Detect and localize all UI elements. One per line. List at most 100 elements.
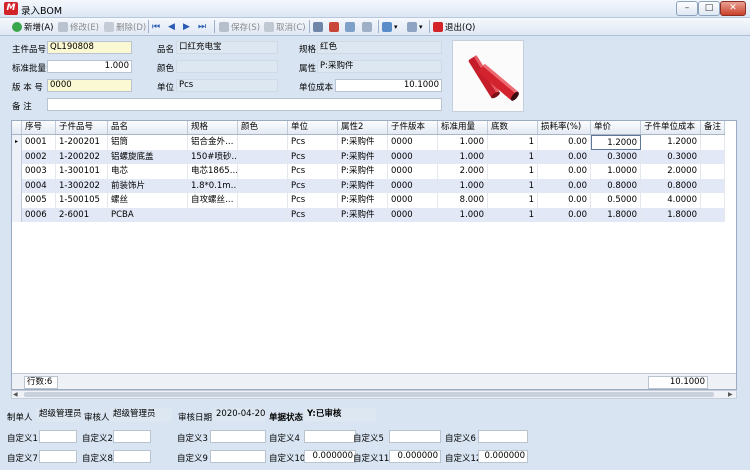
table-cell[interactable]: P:采购件 [338, 207, 388, 222]
table-cell[interactable]: 铝合金外… [188, 135, 238, 150]
custom-field-input[interactable]: 0.000000 [478, 450, 528, 463]
table-cell[interactable]: 电芯 [108, 164, 188, 179]
table-cell[interactable]: 0003 [22, 164, 56, 179]
table-row[interactable]: 0004 1-300202 前装饰片 1.8*0.1m… Pcs P:采购件 0000 1.0… [12, 178, 725, 193]
column-header[interactable]: 备注 [701, 121, 725, 134]
custom-field-input[interactable] [113, 430, 151, 443]
scrollbar-thumb[interactable] [24, 392, 714, 397]
delete-button[interactable]: 删除(D) [104, 19, 146, 34]
scroll-left-icon[interactable]: ◀ [13, 391, 18, 398]
table-cell[interactable]: 铝螺旋底盖 [108, 149, 188, 164]
product-image[interactable] [452, 40, 524, 112]
table-cell[interactable]: 150#喷砂… [188, 149, 238, 164]
custom-field-input[interactable] [304, 430, 356, 443]
table-cell[interactable] [701, 178, 725, 193]
table-cell[interactable] [701, 164, 725, 179]
table-cell[interactable]: 0000 [388, 193, 438, 208]
table-cell[interactable]: 1 [488, 164, 538, 179]
column-header[interactable]: 序号 [22, 121, 56, 134]
table-cell[interactable]: 前装饰片 [108, 178, 188, 193]
unit-cost-field[interactable]: 10.1000 [335, 79, 442, 92]
table-cell[interactable] [238, 164, 288, 179]
table-cell[interactable]: 1.2000 [641, 135, 701, 150]
close-button[interactable]: ✕ [720, 1, 746, 16]
row-selector[interactable] [12, 207, 22, 222]
column-header[interactable]: 标准用量 [438, 121, 488, 134]
table-cell[interactable] [701, 193, 725, 208]
table-cell[interactable]: 1-200201 [56, 135, 108, 150]
table-cell[interactable]: 0.8000 [641, 178, 701, 193]
next-record-icon[interactable]: ▶ [183, 19, 190, 34]
table-cell[interactable]: 2.0000 [641, 164, 701, 179]
cancel-button[interactable]: 取消(C) [264, 19, 306, 34]
table-cell[interactable]: P:采购件 [338, 178, 388, 193]
table-cell[interactable] [238, 178, 288, 193]
table-cell[interactable]: 1.000 [438, 135, 488, 150]
row-selector[interactable]: ▸ [12, 135, 22, 150]
table-cell[interactable]: P:采购件 [338, 149, 388, 164]
column-header[interactable]: 底数 [488, 121, 538, 134]
custom-field-input[interactable] [389, 430, 441, 443]
custom-field-input[interactable] [210, 430, 266, 443]
std-batch-field[interactable]: 1.000 [47, 60, 132, 73]
table-cell[interactable]: 0002 [22, 149, 56, 164]
table-cell[interactable]: 0.00 [538, 193, 591, 208]
scroll-right-icon[interactable]: ▶ [728, 391, 733, 398]
table-cell[interactable] [701, 207, 725, 222]
column-header[interactable]: 子件单位成本 [641, 121, 701, 134]
column-header[interactable]: 单位 [288, 121, 338, 134]
table-cell[interactable]: 1 [488, 149, 538, 164]
table-cell[interactable]: 1.8*0.1m… [188, 178, 238, 193]
maximize-button[interactable]: □ [698, 1, 720, 16]
table-cell[interactable] [188, 207, 238, 222]
remark-field[interactable] [47, 98, 442, 111]
table-cell[interactable]: 0000 [388, 207, 438, 222]
table-cell[interactable]: 1 [488, 135, 538, 150]
table-cell[interactable]: 0.8000 [591, 178, 641, 193]
table-cell[interactable]: 0.3000 [641, 149, 701, 164]
table-cell[interactable]: 1-200202 [56, 149, 108, 164]
table-cell[interactable]: 1.000 [438, 178, 488, 193]
table-cell[interactable]: P:采购件 [338, 193, 388, 208]
custom-field-input[interactable] [39, 450, 77, 463]
table-cell[interactable]: 0004 [22, 178, 56, 193]
table-cell[interactable]: 0000 [388, 149, 438, 164]
custom-field-input[interactable] [113, 450, 151, 463]
image-dropdown-icon[interactable]: ▾ [382, 19, 398, 34]
custom-field-input[interactable] [478, 430, 528, 443]
table-cell[interactable]: 0001 [22, 135, 56, 150]
custom-field-input[interactable] [39, 430, 77, 443]
table-cell[interactable]: 0000 [388, 164, 438, 179]
version-field[interactable]: 0000 [47, 79, 132, 92]
table-cell[interactable]: 0.00 [538, 164, 591, 179]
table-cell[interactable]: 1 [488, 193, 538, 208]
table-cell[interactable]: Pcs [288, 207, 338, 222]
table-cell[interactable]: 0000 [388, 178, 438, 193]
table-cell[interactable] [238, 207, 288, 222]
column-header[interactable]: 品名 [108, 121, 188, 134]
horizontal-scrollbar[interactable]: ◀ ▶ [11, 390, 737, 399]
table-cell[interactable]: 0.00 [538, 149, 591, 164]
table-cell[interactable]: 0.00 [538, 135, 591, 150]
table-cell[interactable]: 1.8000 [641, 207, 701, 222]
table-cell[interactable]: 0.3000 [591, 149, 641, 164]
table-cell[interactable]: 1.000 [438, 149, 488, 164]
prev-record-icon[interactable]: ◀ [168, 19, 175, 34]
table-cell[interactable]: 0005 [22, 193, 56, 208]
table-cell[interactable]: Pcs [288, 193, 338, 208]
row-selector[interactable] [12, 178, 22, 193]
table-cell[interactable]: 电芯1865… [188, 164, 238, 179]
column-header[interactable]: 属性2 [338, 121, 388, 134]
print-icon[interactable] [313, 19, 325, 34]
column-header[interactable]: 单价 [591, 121, 641, 134]
table-cell[interactable]: 0.00 [538, 178, 591, 193]
table-cell[interactable]: P:采购件 [338, 135, 388, 150]
table-row[interactable]: ▸ 0001 1-200201 铝筒 铝合金外… Pcs P:采购件 0000 1.000 1 0.… [12, 135, 725, 150]
table-cell[interactable]: 铝筒 [108, 135, 188, 150]
table-cell[interactable] [701, 149, 725, 164]
table-cell[interactable] [238, 149, 288, 164]
row-selector[interactable] [12, 149, 22, 164]
table-cell[interactable]: 1.000 [438, 207, 488, 222]
table-cell[interactable]: 1-300202 [56, 178, 108, 193]
save-button[interactable]: 保存(S) [219, 19, 260, 34]
